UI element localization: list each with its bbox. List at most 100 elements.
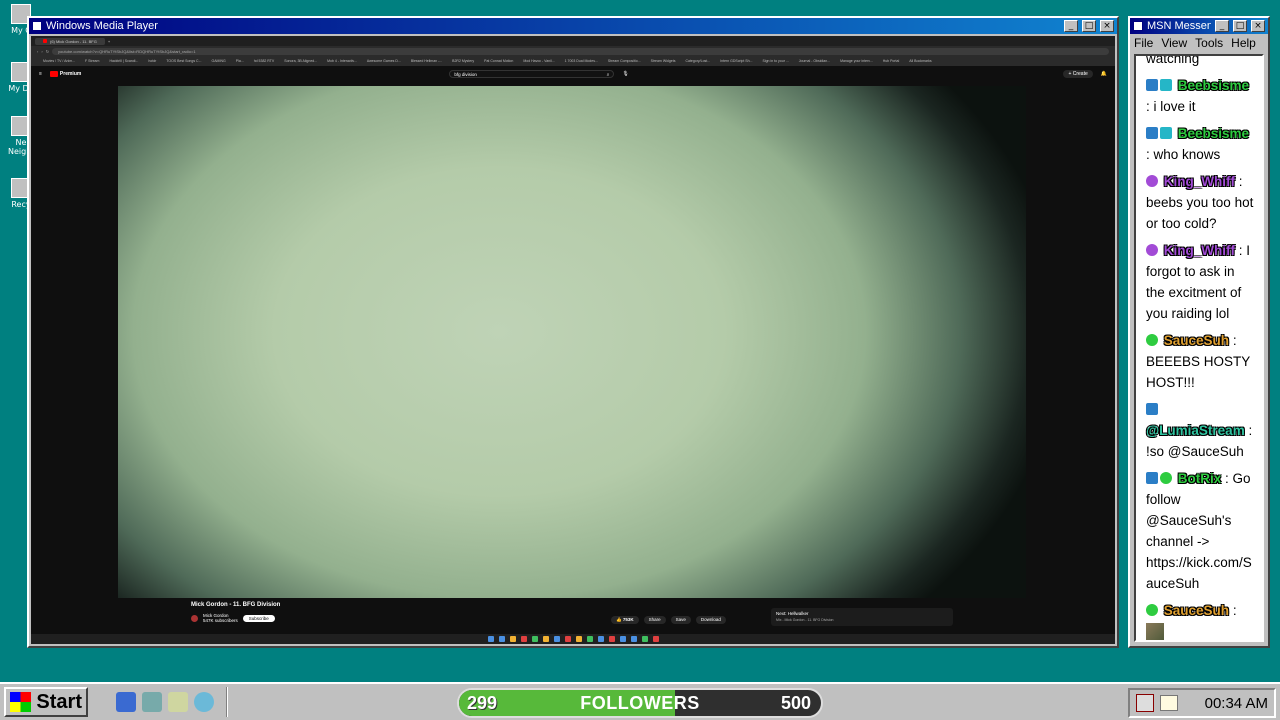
bookmark-item[interactable]: F Stream — [85, 59, 99, 63]
bookmark-item[interactable]: TOOS Best Songs C... — [166, 59, 201, 63]
chat-text: : — [1232, 603, 1237, 618]
browser-tab-title: (6) Mick Gordon - 11. BFG — [50, 38, 97, 44]
followers-goal-bar: FOLLOWERS 299 500 — [457, 688, 823, 718]
msn-icon — [1133, 21, 1143, 31]
bookmark-item[interactable]: Pat Conrad Motion — [484, 59, 513, 63]
bookmark-item[interactable]: Hub Portal — [883, 59, 900, 63]
bookmark-item[interactable]: Journal - Obsidian... — [799, 59, 830, 63]
tray-app-icon[interactable] — [1136, 694, 1154, 712]
reload-icon[interactable]: ↻ — [46, 49, 49, 54]
chat-badge-icon — [1146, 244, 1158, 256]
menu-item-help[interactable]: Help — [1231, 36, 1256, 50]
chat-username[interactable]: Beebsisme — [1178, 78, 1249, 93]
bookmark-item[interactable]: Sonora, 3B Aligned... — [284, 59, 317, 63]
chat-username[interactable]: SauceSuh — [1164, 333, 1229, 348]
chat-text: : who knows — [1146, 147, 1221, 162]
bookmark-item[interactable]: B2R2 Mystery — [452, 59, 474, 63]
bookmark-item[interactable]: All Bookmarks — [909, 59, 931, 63]
minimize-button[interactable]: _ — [1064, 20, 1078, 32]
chat-username[interactable]: @LumiaStream — [1146, 423, 1245, 438]
video-title: Mick Gordon - 11. BFG Division — [191, 602, 281, 608]
search-input[interactable]: bfg division ⌕ — [449, 70, 615, 78]
minimize-button[interactable]: _ — [1215, 20, 1229, 32]
bookmark-item[interactable]: Sign in to your ... — [762, 59, 788, 63]
bookmark-item[interactable]: Intern GDScript Sh... — [720, 59, 752, 63]
chat-message: watching — [1146, 56, 1256, 69]
chat-username[interactable]: BotRix — [1178, 471, 1222, 486]
start-label: Start — [36, 690, 82, 713]
browser-content: (6) Mick Gordon - 11. BFG + ‹ › ↻ youtub… — [31, 36, 1115, 644]
clock[interactable]: 00:34 AM — [1205, 695, 1268, 712]
maximize-button[interactable]: □ — [1233, 20, 1247, 32]
forward-icon[interactable]: › — [41, 49, 42, 54]
hamburger-menu-icon[interactable]: ≡ — [39, 71, 42, 77]
share-button[interactable]: Share — [643, 616, 666, 624]
bookmark-item[interactable]: Stream Compositio... — [608, 59, 641, 63]
chat-emote-icon — [1146, 623, 1164, 640]
youtube-favicon-icon — [43, 39, 47, 43]
bookmark-item[interactable]: GAMING — [212, 59, 226, 63]
bookmark-item[interactable]: Mod Havoc - Vanil... — [523, 59, 554, 63]
create-label: Create — [1072, 71, 1088, 77]
chat-message: King_Whiff : I forgot to ask in the exci… — [1146, 240, 1256, 324]
bookmark-item[interactable]: hd 5382 RTV — [254, 59, 275, 63]
next-video-card[interactable]: Next: Hellwalker Mix - Mick Gordon - 11.… — [771, 608, 953, 626]
bookmark-item[interactable]: Movies / TV / Anim... — [43, 59, 75, 63]
menu-item-file[interactable]: File — [1134, 36, 1153, 50]
bookmark-item[interactable]: Hacktrill | Scandi... — [109, 59, 138, 63]
youtube-logo[interactable]: Premium — [49, 71, 81, 77]
chat-message: @LumiaStream : !so @SauceSuh — [1146, 399, 1256, 462]
download-button[interactable]: Download — [695, 616, 726, 624]
chat-username[interactable]: SauceSuh — [1164, 603, 1229, 618]
bookmark-item[interactable]: Manage your interv... — [840, 59, 873, 63]
chat-username[interactable]: King_Whiff — [1164, 243, 1235, 258]
chat-text: : i love it — [1146, 99, 1196, 114]
notifications-icon[interactable]: 🔔 — [1101, 71, 1107, 77]
subscribe-button[interactable]: Subscribe — [242, 614, 275, 622]
video-player[interactable] — [118, 86, 1026, 598]
like-button[interactable]: 👍 753K — [611, 616, 639, 624]
bookmark-item[interactable]: Pla... — [236, 59, 244, 63]
menu-item-tools[interactable]: Tools — [1195, 36, 1223, 50]
bookmark-item[interactable]: hotdr — [148, 59, 156, 63]
browser-tabstrip: (6) Mick Gordon - 11. BFG + — [31, 36, 1115, 46]
chat-username[interactable]: Beebsisme — [1178, 126, 1249, 141]
new-tab-icon[interactable]: + — [108, 39, 110, 44]
maximize-button[interactable]: □ — [1082, 20, 1096, 32]
chat-username[interactable]: King_Whiff — [1164, 174, 1235, 189]
browser-tab[interactable]: (6) Mick Gordon - 11. BFG — [35, 37, 105, 45]
msn-messenger-window[interactable]: MSN Messenger Service _ □ × File View Tool… — [1128, 16, 1270, 648]
media-player-titlebar[interactable]: Windows Media Player _ □ × — [29, 18, 1117, 34]
chat-message: SauceSuh : BEEEBS HOSTY HOST!!! — [1146, 330, 1256, 393]
tray-notepad-icon[interactable] — [1160, 695, 1178, 711]
bookmark-item[interactable]: Stream Widgets — [651, 59, 676, 63]
back-icon[interactable]: ‹ — [37, 49, 38, 54]
notepad-icon[interactable] — [168, 692, 188, 712]
start-button[interactable]: Start — [4, 687, 88, 717]
windows-logo-icon — [10, 692, 32, 712]
create-button[interactable]: + Create — [1063, 70, 1093, 78]
media-player-window[interactable]: Windows Media Player _ □ × (6) Mick Gord… — [27, 16, 1119, 648]
close-button[interactable]: × — [1251, 20, 1265, 32]
bookmark-item[interactable]: 1 7003 Dual Modes... — [565, 59, 598, 63]
close-button[interactable]: × — [1100, 20, 1114, 32]
bookmark-item[interactable]: Awesome Games D... — [367, 59, 401, 63]
internet-explorer-icon[interactable] — [116, 692, 136, 712]
video-info: Mick Gordon - 11. BFG Division Mick Gord… — [191, 602, 280, 623]
avatar[interactable] — [191, 614, 198, 622]
channels-icon[interactable] — [194, 692, 214, 712]
mic-icon[interactable]: 🎙 — [622, 71, 628, 77]
outlook-icon[interactable] — [142, 692, 162, 712]
msn-titlebar[interactable]: MSN Messenger Service _ □ × — [1130, 18, 1268, 34]
bookmark-item[interactable]: Category/Lost... — [685, 59, 710, 63]
save-button[interactable]: Save — [670, 616, 691, 624]
menu-item-view[interactable]: View — [1161, 36, 1187, 50]
address-bar[interactable]: youtube.com/watch?v=QHRuTYtSbJQ&list=RDQ… — [52, 47, 1109, 55]
chat-badge-icon — [1160, 127, 1172, 139]
chat-panel[interactable]: watching Beebsisme : i love it Beebsisme… — [1134, 54, 1264, 642]
chat-badge-icon — [1160, 79, 1172, 91]
bookmark-item[interactable]: Mob 4 - Interactiv... — [327, 59, 357, 63]
goal-target: 500 — [780, 692, 811, 713]
search-icon[interactable]: ⌕ — [607, 72, 610, 77]
bookmark-item[interactable]: Blessed Hellman -... — [411, 59, 442, 63]
